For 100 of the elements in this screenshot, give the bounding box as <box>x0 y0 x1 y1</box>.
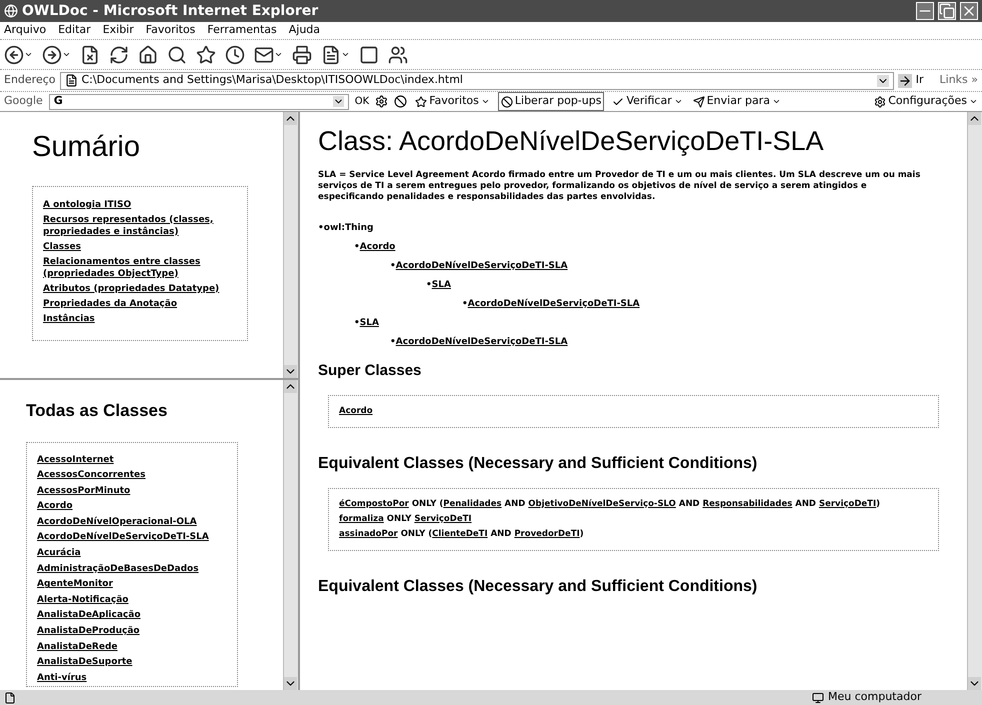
operator-text: AND <box>490 528 512 538</box>
class-link[interactable]: ClienteDeTI <box>432 528 488 538</box>
class-link[interactable]: AgenteMonitor <box>37 577 227 593</box>
class-link[interactable]: AcordoDeNívelDeServiçoDeTI-SLA <box>396 337 568 347</box>
caret-icon <box>969 97 978 106</box>
minimize-button[interactable] <box>916 2 934 20</box>
class-link[interactable]: AcordoDeNívelDeServiçoDeTI-SLA <box>37 530 227 546</box>
caret-icon[interactable] <box>62 50 71 59</box>
class-link[interactable]: Alerta-Notificação <box>37 592 227 608</box>
toolbar-button[interactable]: Liberar pop-ups <box>498 92 604 111</box>
class-link[interactable]: AnalistaDeRede <box>37 640 227 656</box>
bullet: • <box>318 223 324 233</box>
class-link[interactable]: AcessoInternet <box>37 452 227 468</box>
frame-heading: Sumário <box>32 130 141 165</box>
caret-icon[interactable] <box>24 50 33 59</box>
class-link[interactable]: Acordo <box>360 242 396 252</box>
forward-icon[interactable] <box>42 44 62 64</box>
class-link[interactable]: SLA <box>432 280 451 290</box>
class-link[interactable]: AcordoDeNívelOperacional-OLA <box>37 514 227 530</box>
dropdown-icon <box>332 96 344 107</box>
toolbar-button[interactable]: Verificar <box>610 93 685 110</box>
class-link[interactable]: Anti-vírus <box>37 670 227 686</box>
caret-icon[interactable] <box>341 50 350 59</box>
summary-link[interactable]: Classes <box>43 240 237 252</box>
page-icon <box>4 692 16 704</box>
class-link[interactable]: Penalidades <box>443 498 502 508</box>
section-heading: Equivalent Classes (Necessary and Sufficient Conditions) <box>318 576 758 596</box>
section-heading: Super Classes <box>318 361 422 381</box>
scrollbar[interactable] <box>967 112 982 690</box>
printer-icon[interactable] <box>292 44 312 64</box>
caret-icon <box>480 97 490 106</box>
class-link[interactable]: Acordo <box>339 406 373 416</box>
summary-link[interactable]: A ontologia ITISO <box>43 198 237 210</box>
menu-item[interactable]: Favoritos <box>146 22 196 39</box>
class-link[interactable]: AcessosConcorrentes <box>37 468 227 484</box>
summary-link[interactable]: Instâncias <box>43 312 237 324</box>
class-link[interactable]: AcessosPorMinuto <box>37 484 227 500</box>
address-field[interactable]: C:\Documents and Settings\Marisa\Desktop\ITISOOWLDoc\index.html <box>60 72 894 90</box>
window-title: OWLDoc - Microsoft Internet Explorer <box>22 2 320 20</box>
back-icon[interactable] <box>4 44 24 64</box>
menu-item[interactable]: Ajuda <box>288 22 320 39</box>
scrollbar[interactable] <box>283 380 298 690</box>
summary-link[interactable]: Atributos (propriedades Datatype) <box>43 282 237 294</box>
toolbar-icon <box>612 96 624 108</box>
scrollbar[interactable] <box>283 112 298 378</box>
operator-text: ONLY <box>386 514 412 524</box>
toolbar-icon <box>415 96 428 108</box>
class-link[interactable]: AcordoDeNívelDeServiçoDeTI-SLA <box>468 299 640 309</box>
class-link[interactable]: Responsabilidades <box>702 498 792 508</box>
summary-link[interactable]: Recursos representados (classes, propriedades e instâncias) <box>43 214 237 238</box>
class-link[interactable]: ObjetivoDeNívelDeServiço-SLO <box>528 498 676 508</box>
class-link[interactable]: AnalistaDeProdução <box>37 624 227 640</box>
toolbar-button[interactable]: Enviar para <box>690 93 783 110</box>
menu-item[interactable]: Ferramentas <box>207 22 277 39</box>
caret-icon[interactable] <box>274 50 283 59</box>
class-link[interactable]: AnalistaDeAplicação <box>37 608 227 624</box>
class-link[interactable]: assinadoPor <box>339 528 398 538</box>
restore-button[interactable] <box>938 2 956 20</box>
home-icon[interactable] <box>138 44 158 64</box>
class-link[interactable]: AnalistaDeSuporte <box>37 655 227 671</box>
document-icon[interactable] <box>321 44 341 64</box>
toolbar-button[interactable]: Favoritos <box>413 93 492 110</box>
class-link[interactable]: éCompostoPor <box>339 498 409 508</box>
class-link[interactable]: ServiçoDeTI <box>414 514 472 524</box>
class-link[interactable]: ServiçoDeTI <box>818 498 876 508</box>
class-link[interactable]: Acurácia <box>37 546 227 562</box>
star-icon[interactable] <box>196 44 216 64</box>
mail-icon[interactable] <box>254 44 274 64</box>
menu-item[interactable]: Arquivo <box>4 22 46 39</box>
class-link[interactable]: Acordo <box>37 499 227 515</box>
links-button[interactable]: Links » <box>940 72 978 89</box>
square-icon[interactable] <box>359 44 379 64</box>
settings-button[interactable]: Configurações <box>874 93 978 110</box>
class-link[interactable]: ProvedorDeTI <box>514 528 580 538</box>
class-link[interactable]: SLA <box>360 318 379 328</box>
stop-icon[interactable] <box>80 44 100 64</box>
summary-link[interactable]: Propriedades da Anotação <box>43 298 237 310</box>
page-title: Class: AcordoDeNívelDeServiçoDeTI-SLA <box>318 125 825 158</box>
frame-heading: Todas as Classes <box>26 400 168 422</box>
class-link[interactable]: formaliza <box>339 514 384 524</box>
summary-link[interactable]: Relacionamentos entre classes (propriedades ObjectType) <box>43 256 237 280</box>
google-search-field[interactable]: G <box>48 94 349 110</box>
menu-item[interactable]: Exibir <box>102 22 134 39</box>
people-icon[interactable] <box>388 44 408 64</box>
options-icon[interactable] <box>375 95 388 108</box>
block-icon[interactable] <box>394 95 408 108</box>
address-label: Endereço <box>4 72 56 88</box>
go-button[interactable]: Ir <box>916 72 924 89</box>
bullet: • <box>390 337 396 347</box>
history-icon[interactable] <box>225 44 245 64</box>
bullet: • <box>354 318 360 328</box>
menu-item[interactable]: Editar <box>58 22 91 39</box>
search-icon[interactable] <box>167 44 187 64</box>
close-button[interactable] <box>960 2 978 20</box>
operator-text: AND <box>794 498 817 508</box>
ok-button[interactable]: OK <box>354 94 370 109</box>
settings-icon <box>874 96 886 108</box>
class-link[interactable]: AcordoDeNívelDeServiçoDeTI-SLA <box>396 261 568 271</box>
class-link[interactable]: AdministraçãoDeBasesDeDados <box>37 562 227 578</box>
refresh-icon[interactable] <box>109 44 129 64</box>
